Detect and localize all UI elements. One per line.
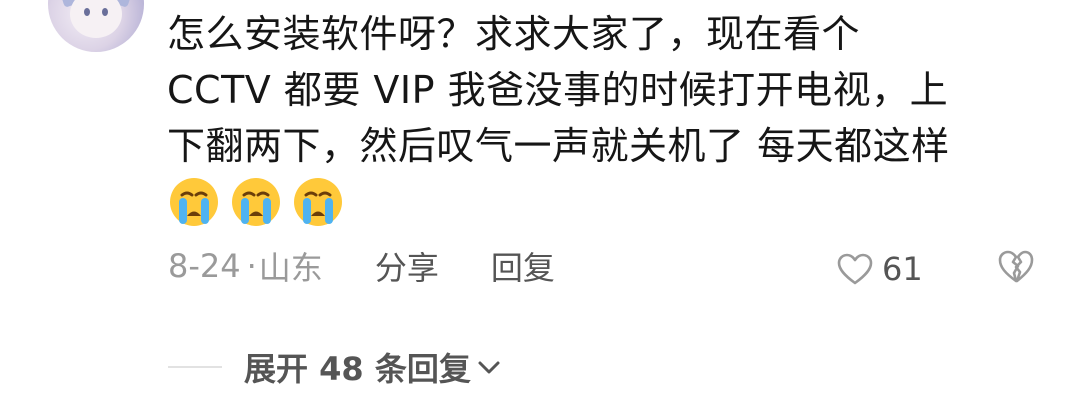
comment-date: 8-24 <box>168 247 241 285</box>
comment-text: 怎么安装软件呀？求求大家了，现在看个 CCTV 都要 VIP 我爸没事的时候打开… <box>167 6 1047 174</box>
like-count: 61 <box>882 250 923 288</box>
like-button[interactable]: 61 <box>836 250 923 288</box>
chevron-down-icon <box>478 361 500 374</box>
comment-text-line: CCTV 都要 VIP 我爸没事的时候打开电视，上 <box>167 68 949 112</box>
comment-item: 怎么安装软件呀？求求大家了，现在看个 CCTV 都要 VIP 我爸没事的时候打开… <box>0 0 1080 406</box>
comment-text-line: 怎么安装软件呀？求求大家了，现在看个 <box>167 12 861 56</box>
broken-heart-icon <box>998 250 1034 283</box>
meta-separator: · <box>246 247 257 285</box>
avatar[interactable] <box>48 0 144 52</box>
crying-face-icon <box>232 178 280 226</box>
crying-face-icon <box>294 178 342 226</box>
divider <box>168 366 222 368</box>
dislike-button[interactable] <box>996 248 1036 288</box>
reply-button[interactable]: 回复 <box>491 243 555 289</box>
crying-face-icon <box>170 178 218 226</box>
emoji-row <box>168 176 344 228</box>
comment-location: 山东 <box>258 249 323 287</box>
avatar-eye-left <box>84 8 90 16</box>
avatar-eye-right <box>102 8 108 16</box>
expand-replies-label: 展开 48 条回复 <box>244 350 471 388</box>
avatar-face <box>70 0 122 38</box>
comment-text-line: 下翻两下，然后叹气一声就关机了 每天都这样 <box>167 124 950 168</box>
share-button[interactable]: 分享 <box>375 243 439 289</box>
heart-icon <box>837 253 873 285</box>
expand-replies-button[interactable]: 展开 48 条回复 <box>168 344 503 390</box>
comment-meta: 8-24 · 山东 分享 回复 <box>168 243 607 289</box>
